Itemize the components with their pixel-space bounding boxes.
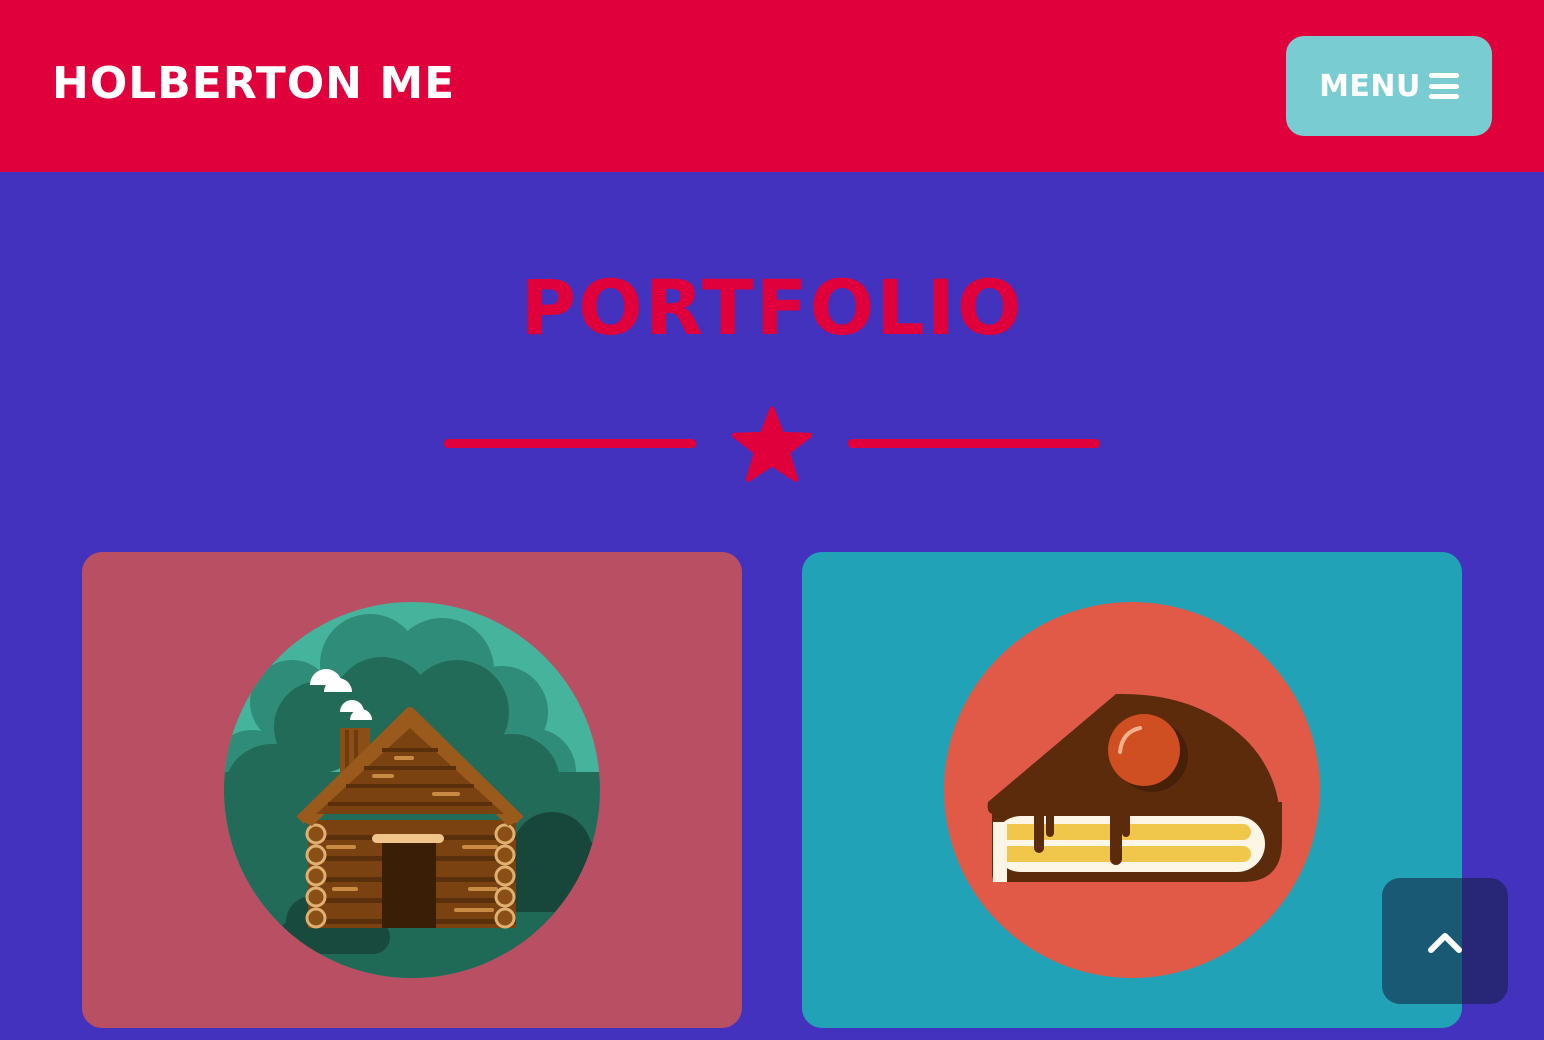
hamburger-icon bbox=[1428, 73, 1459, 99]
menu-button-label: MENU bbox=[1319, 68, 1421, 104]
divider-line-left bbox=[444, 439, 696, 448]
brand-logo[interactable]: HOLBERTON ME bbox=[52, 56, 455, 112]
page-title: PORTFOLIO bbox=[520, 263, 1024, 352]
scroll-to-top-button[interactable] bbox=[1382, 878, 1508, 1004]
star-icon bbox=[731, 406, 813, 482]
divider-line-right bbox=[848, 439, 1100, 448]
menu-button[interactable]: MENU bbox=[1286, 36, 1492, 136]
log-cabin-icon bbox=[224, 602, 600, 978]
portfolio-item-cake[interactable] bbox=[802, 552, 1462, 1028]
portfolio-item-cabin[interactable] bbox=[82, 552, 742, 1028]
navbar: HOLBERTON ME MENU bbox=[0, 0, 1544, 172]
cake-slice-icon bbox=[944, 602, 1320, 978]
chevron-up-icon bbox=[1428, 933, 1462, 953]
